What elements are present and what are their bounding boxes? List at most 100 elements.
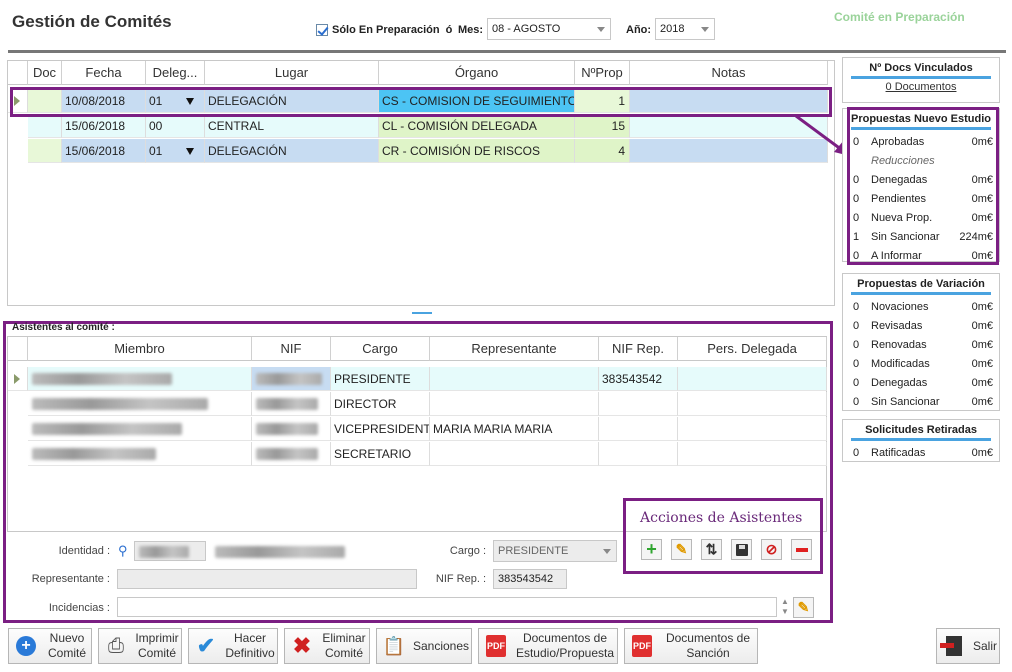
nif-cell[interactable] — [252, 392, 331, 416]
nprop-cell[interactable]: 15 — [575, 114, 630, 138]
representante-cell[interactable]: MARIA MARIA MARIA — [430, 417, 599, 441]
representante-cell[interactable] — [430, 442, 599, 466]
nifrep-label: NIF Rep. : — [435, 573, 486, 585]
doc-estudio-line1: Documentos de — [522, 631, 608, 645]
deleg-cell[interactable]: 00 — [146, 114, 205, 138]
miembro-cell[interactable] — [28, 442, 252, 466]
splitter-handle[interactable] — [412, 312, 432, 314]
representante-cell[interactable] — [430, 392, 599, 416]
nifrep-field[interactable]: 383543542 — [493, 569, 567, 589]
nif-cell[interactable] — [252, 367, 331, 391]
pers-delegada-cell[interactable] — [678, 392, 827, 416]
col-notas[interactable]: Notas — [630, 61, 828, 85]
cargo-label: Cargo : — [449, 545, 486, 557]
miembro-cell[interactable] — [28, 367, 252, 391]
cargo-cell[interactable]: VICEPRESIDENTE — [331, 417, 430, 441]
nif-rep-cell[interactable] — [599, 417, 678, 441]
summary-count: 0 — [853, 357, 860, 370]
col-pers-delegada[interactable]: Pers. Delegada — [678, 337, 827, 361]
nif-rep-cell[interactable] — [599, 442, 678, 466]
anio-select[interactable]: 2018 — [655, 18, 715, 40]
only-prep-checkbox[interactable] — [316, 24, 328, 36]
retiradas-panel: Solicitudes Retiradas 0 Ratificadas 0m€ — [842, 419, 1000, 462]
variacion-title: Propuestas de Variación — [857, 278, 985, 290]
imprimir-line1: Imprimir — [135, 631, 179, 645]
summary-count: 0 — [853, 376, 860, 389]
add-asistente-button[interactable]: + — [641, 539, 662, 560]
summary-count: 0 — [853, 300, 860, 313]
cargo-cell[interactable]: SECRETARIO — [331, 442, 430, 466]
nif-rep-cell[interactable]: 383543542 — [599, 367, 678, 391]
sanciones-button[interactable]: 📋 Sanciones — [376, 628, 472, 664]
pdf-icon: PDF — [629, 633, 655, 659]
row-selector[interactable] — [8, 367, 28, 391]
fecha-cell[interactable]: 15/06/2018 — [62, 139, 146, 163]
lugar-cell[interactable]: DELEGACIÓN — [205, 139, 379, 163]
pers-delegada-cell[interactable] — [678, 442, 827, 466]
col-organo[interactable]: Órgano — [379, 61, 575, 85]
col-doc[interactable]: Doc — [28, 61, 62, 85]
pencil-icon[interactable]: ✎ — [793, 597, 814, 618]
col-nprop[interactable]: NºProp — [575, 61, 630, 85]
eliminar-comite-button[interactable]: ✖ Eliminar Comité — [284, 628, 370, 664]
representante-field[interactable] — [117, 569, 417, 589]
eliminar-line2: Comité — [324, 646, 363, 660]
definitivo-line2: Definitivo — [225, 646, 275, 660]
nprop-cell[interactable]: 4 — [575, 139, 630, 163]
cancel-asistente-button[interactable]: ⊘ — [761, 539, 782, 560]
representante-cell[interactable] — [430, 367, 599, 391]
redacted-text — [256, 423, 318, 435]
chevron-down-icon — [597, 27, 605, 32]
doc-cell[interactable] — [28, 114, 62, 138]
deleg-cell[interactable]: 01 — [146, 139, 205, 163]
incidencias-spinner[interactable]: ▲ ▼ — [779, 597, 791, 618]
doc-sancion-line1: Documentos de — [665, 631, 751, 645]
pdf-icon: PDF — [483, 633, 509, 659]
cargo-select-value: PRESIDENTE — [498, 545, 569, 557]
miembro-cell[interactable] — [28, 417, 252, 441]
check-icon: ✔ — [196, 633, 216, 658]
nif-cell[interactable] — [252, 442, 331, 466]
redacted-text — [256, 398, 318, 410]
incidencias-field[interactable] — [117, 597, 777, 617]
edit-asistente-button[interactable]: ✎ — [671, 539, 692, 560]
dropdown-icon[interactable] — [186, 148, 194, 155]
deleg-value: 01 — [149, 143, 163, 158]
organo-cell[interactable]: CR - COMISIÓN DE RISCOS — [379, 139, 575, 163]
only-prep-filter[interactable]: Sólo En Preparación ó — [316, 18, 452, 42]
search-icon[interactable]: ⚲ — [118, 543, 128, 559]
col-miembro[interactable]: Miembro — [28, 337, 252, 361]
nuevo-comite-button[interactable]: + Nuevo Comité — [8, 628, 92, 664]
nif-cell[interactable] — [252, 417, 331, 441]
col-nif-rep[interactable]: NIF Rep. — [599, 337, 678, 361]
sort-asistente-button[interactable]: ⇅ — [701, 539, 722, 560]
pers-delegada-cell[interactable] — [678, 367, 827, 391]
doc-cell[interactable] — [28, 139, 62, 163]
identidad-nif-field[interactable] — [134, 541, 206, 561]
save-asistente-button[interactable] — [731, 539, 752, 560]
col-cargo[interactable]: Cargo — [331, 337, 430, 361]
lugar-cell[interactable]: CENTRAL — [205, 114, 379, 138]
col-lugar[interactable]: Lugar — [205, 61, 379, 85]
docs-link[interactable]: 0 Documentos — [843, 81, 999, 93]
col-nif[interactable]: NIF — [252, 337, 331, 361]
status-label: Comité en Preparación — [834, 10, 965, 24]
col-fecha[interactable]: Fecha — [62, 61, 146, 85]
cargo-cell[interactable]: PRESIDENTE — [331, 367, 430, 391]
doc-estudio-button[interactable]: PDF Documentos de Estudio/Propuesta — [478, 628, 618, 664]
nif-rep-cell[interactable] — [599, 392, 678, 416]
doc-sancion-button[interactable]: PDF Documentos de Sanción — [624, 628, 758, 664]
miembro-cell[interactable] — [28, 392, 252, 416]
cargo-cell[interactable]: DIRECTOR — [331, 392, 430, 416]
salir-button[interactable]: Salir — [936, 628, 1000, 664]
cargo-select[interactable]: PRESIDENTE — [493, 540, 617, 562]
fecha-cell[interactable]: 15/06/2018 — [62, 114, 146, 138]
imprimir-comite-button[interactable]: ⎙ Imprimir Comité — [98, 628, 182, 664]
hacer-definitivo-button[interactable]: ✔ Hacer Definitivo — [188, 628, 278, 664]
delete-asistente-button[interactable] — [791, 539, 812, 560]
col-representante[interactable]: Representante — [430, 337, 599, 361]
mes-select[interactable]: 08 - AGOSTO — [487, 18, 611, 40]
pers-delegada-cell[interactable] — [678, 417, 827, 441]
col-deleg[interactable]: Deleg... — [146, 61, 205, 85]
organo-cell[interactable]: CL - COMISIÓN DELEGADA — [379, 114, 575, 138]
